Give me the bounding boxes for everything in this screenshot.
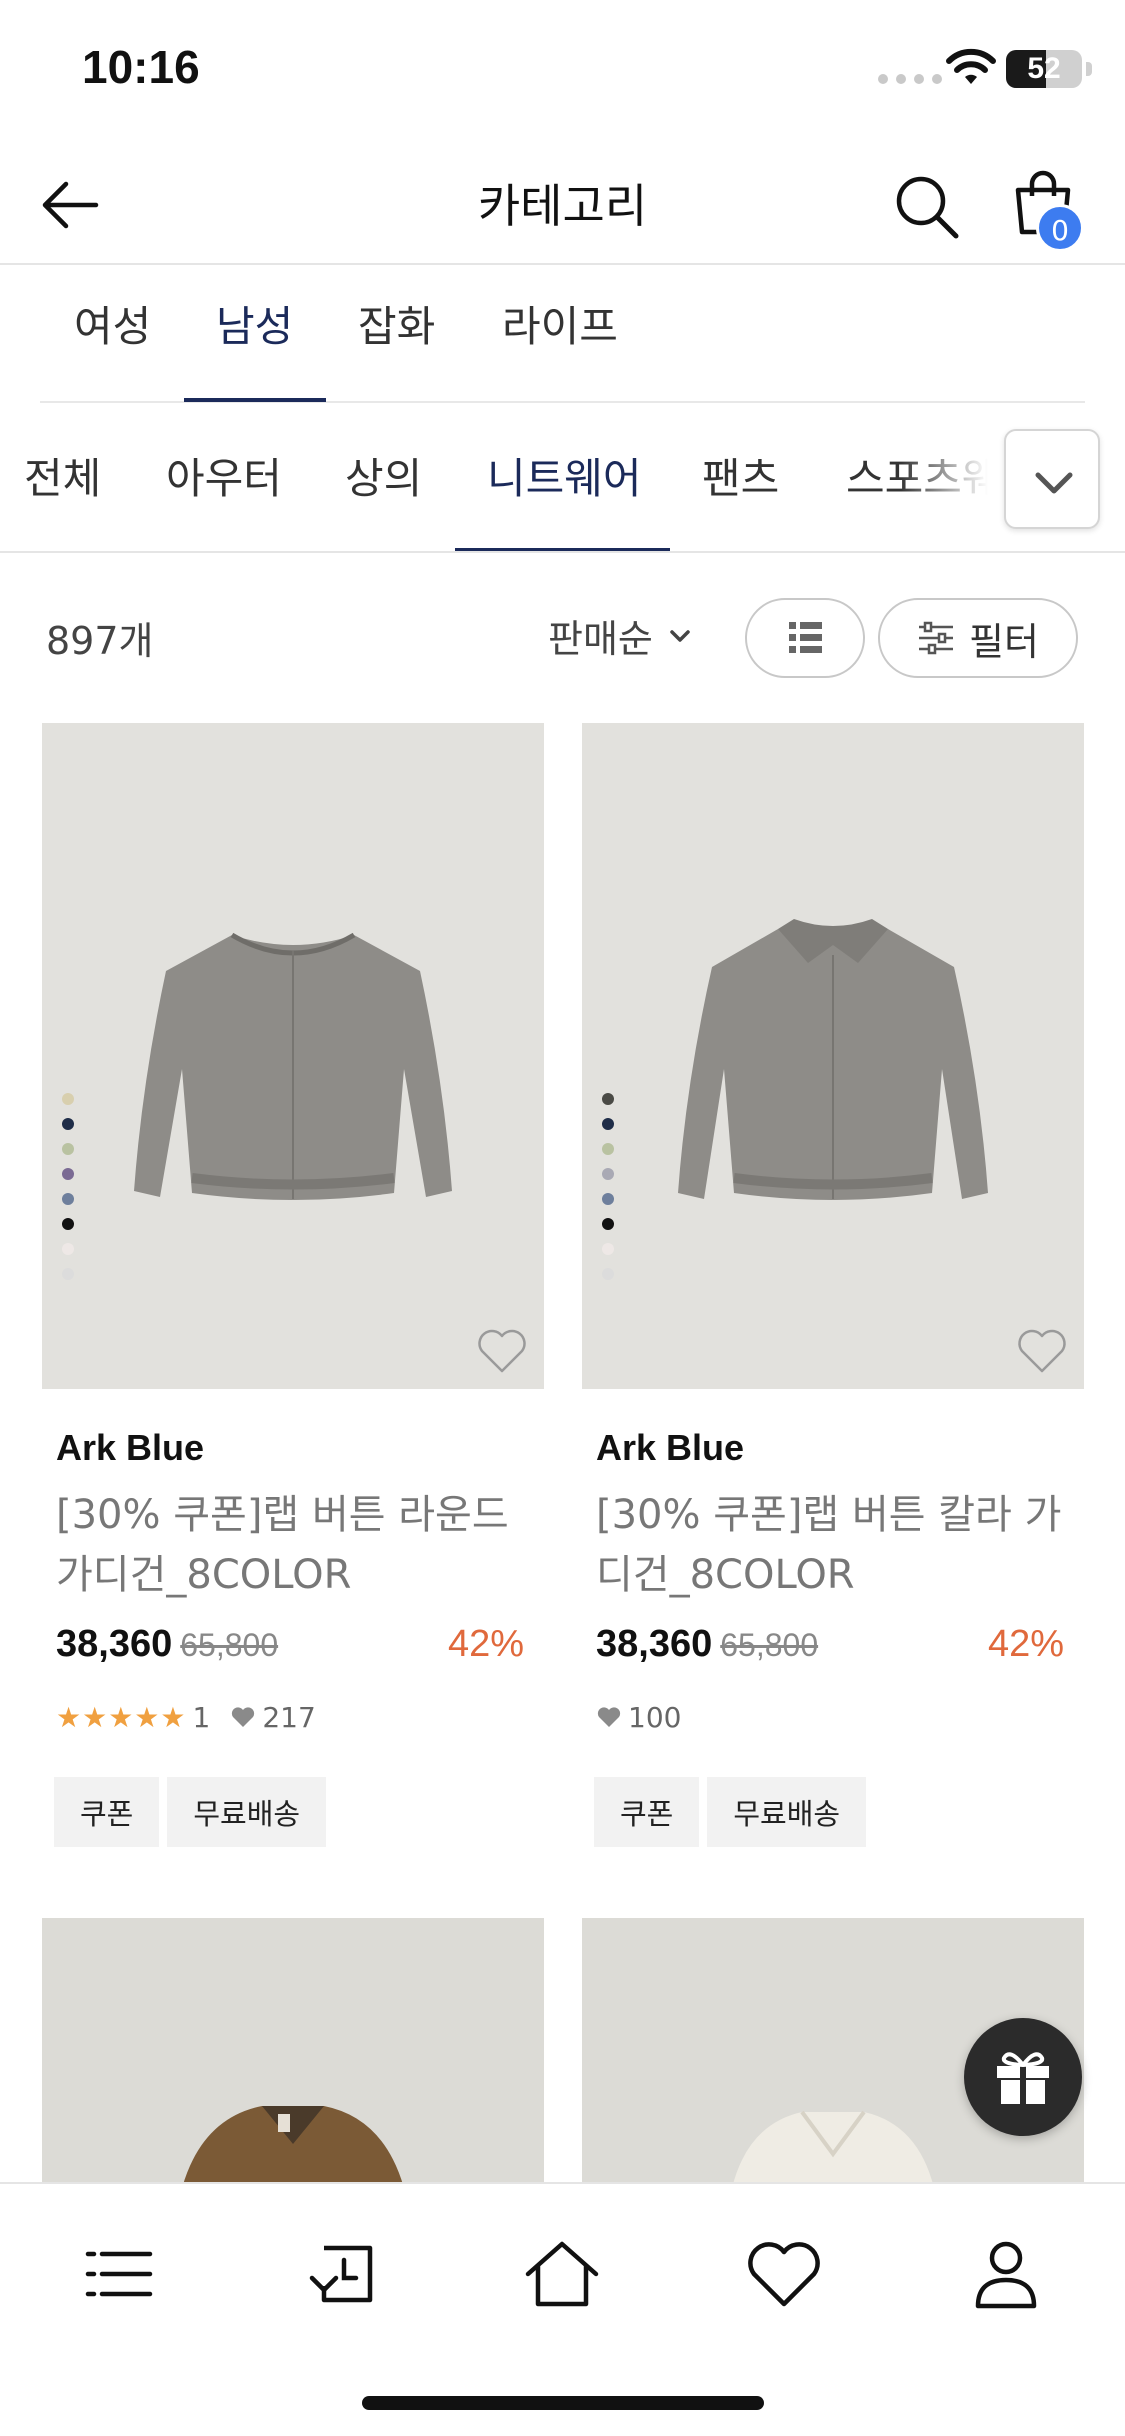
search-icon[interactable] (890, 170, 962, 242)
heart-filled-icon (597, 1707, 621, 1727)
like-count: 217 (262, 1700, 316, 1734)
subtab-outer[interactable]: 아우터 (166, 445, 282, 506)
color-swatches (602, 1093, 614, 1280)
product-brand: Ark Blue (56, 1427, 205, 1468)
home-indicator (362, 2396, 764, 2410)
subtab-knitwear[interactable]: 니트웨어 (487, 445, 642, 506)
battery-icon: 52 (1006, 50, 1082, 88)
product-image[interactable] (582, 723, 1084, 1389)
product-brand: Ark Blue (596, 1427, 745, 1468)
chevron-down-icon (1035, 472, 1073, 494)
header: 카테고리 0 (0, 140, 1125, 265)
product-count: 897개 (46, 619, 154, 663)
heart-outline-icon[interactable] (476, 1327, 528, 1375)
like-count: 100 (628, 1700, 682, 1734)
original-price: 65,800 (720, 1627, 819, 1663)
user-icon[interactable] (966, 2234, 1046, 2314)
heart-outline-icon[interactable] (1016, 1327, 1068, 1375)
rating-count: 1 (192, 1700, 211, 1734)
list-view-icon (789, 622, 822, 653)
battery-percent: 52 (1027, 52, 1061, 85)
tab-women[interactable]: 여성 (74, 293, 151, 403)
color-swatch (602, 1118, 614, 1130)
sort-dropdown[interactable]: 판매순 (548, 608, 695, 663)
color-swatch (62, 1193, 74, 1205)
color-swatch (602, 1093, 614, 1105)
price-row: 38,360 65,800 42% (582, 1623, 1084, 1679)
color-swatch (62, 1243, 74, 1255)
tag-coupon: 쿠폰 (54, 1777, 160, 1847)
color-swatch (602, 1218, 614, 1230)
tag-coupon: 쿠폰 (594, 1777, 700, 1847)
discount-rate: 42% (987, 1623, 1064, 1665)
product-card[interactable]: Ark Blue [30% 쿠폰]랩 버튼 라운드 가디건_8COLOR 38,… (42, 723, 544, 1847)
expand-categories-button[interactable] (1004, 429, 1100, 529)
active-tab-indicator (184, 398, 326, 402)
product-name[interactable]: [30% 쿠폰]랩 버튼 라운드 가디건_8COLOR (42, 1485, 522, 1605)
filter-label: 필터 (969, 619, 1039, 664)
color-swatch (602, 1193, 614, 1205)
jacket-image (182, 2106, 404, 2188)
product-name[interactable]: [30% 쿠폰]랩 버튼 칼라 가디건_8COLOR (582, 1485, 1062, 1605)
cellular-signal-icon (878, 74, 942, 84)
recent-icon[interactable] (302, 2234, 382, 2314)
heart-icon[interactable] (744, 2234, 824, 2314)
home-icon[interactable] (522, 2234, 602, 2314)
tab-life[interactable]: 라이프 (502, 293, 618, 403)
product-tags: 쿠폰 무료배송 (582, 1777, 1084, 1847)
color-swatch (62, 1268, 74, 1280)
sale-price: 38,360 (56, 1623, 173, 1665)
original-price: 65,800 (180, 1627, 279, 1663)
tag-free-shipping: 무료배송 (707, 1777, 867, 1847)
chevron-down-icon (670, 629, 690, 642)
product-image[interactable] (42, 1918, 544, 2188)
sliders-icon (919, 621, 954, 655)
heart-filled-icon (232, 1707, 255, 1727)
status-time: 10:16 (82, 41, 200, 93)
color-swatch (602, 1268, 614, 1280)
sale-price: 38,360 (596, 1623, 713, 1665)
gift-icon (997, 2052, 1049, 2104)
color-swatch (62, 1168, 74, 1180)
color-swatch (602, 1243, 614, 1255)
tab-accessories[interactable]: 잡화 (358, 293, 435, 403)
color-swatch (602, 1143, 614, 1155)
active-subtab-indicator (455, 548, 670, 551)
cardigan-image (134, 932, 452, 1200)
list-view-button[interactable] (745, 598, 865, 678)
cart-button[interactable]: 0 (998, 162, 1088, 252)
subtab-pants[interactable]: 팬츠 (702, 445, 779, 506)
tag-free-shipping: 무료배송 (167, 1777, 327, 1847)
filter-button[interactable]: 필터 (878, 598, 1078, 678)
product-card[interactable]: Ark Blue [30% 쿠폰]랩 버튼 칼라 가디건_8COLOR 38,3… (582, 723, 1084, 1847)
menu-icon[interactable] (78, 2234, 158, 2314)
subtab-tops[interactable]: 상의 (345, 445, 422, 506)
primary-category-tabs: 여성 남성 잡화 라이프 (40, 267, 1085, 403)
sort-label: 판매순 (548, 617, 653, 661)
subtab-all[interactable]: 전체 (24, 445, 101, 506)
color-swatch (62, 1218, 74, 1230)
cardigan-image (678, 919, 988, 1200)
tab-men[interactable]: 남성 (216, 293, 293, 403)
tabs-fade (900, 405, 1010, 551)
discount-rate: 42% (447, 1623, 524, 1665)
product-meta: ★★★★★ 1 217 (42, 1697, 544, 1737)
color-swatch (602, 1168, 614, 1180)
color-swatch (62, 1143, 74, 1155)
gift-button[interactable] (964, 2018, 1082, 2136)
price-row: 38,360 65,800 42% (42, 1623, 544, 1679)
star-rating: ★★★★★ (56, 1700, 187, 1734)
color-swatch (62, 1093, 74, 1105)
color-swatches (62, 1093, 74, 1280)
wifi-icon (946, 48, 996, 84)
subcategory-tabs: 전체 아우터 상의 니트웨어 팬츠 스포츠웨 (0, 405, 1125, 553)
status-bar: 10:16 52 (0, 0, 1125, 140)
cart-count-badge: 0 (1036, 204, 1084, 252)
product-tags: 쿠폰 무료배송 (42, 1777, 544, 1847)
battery-tip (1086, 62, 1092, 76)
product-image[interactable] (42, 723, 544, 1389)
color-swatch (62, 1118, 74, 1130)
product-meta: 100 (582, 1697, 1084, 1737)
